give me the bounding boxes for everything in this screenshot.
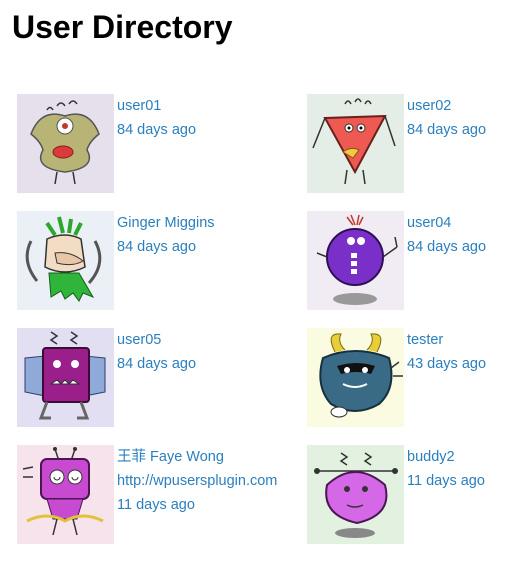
user-info: Ginger Miggins 84 days ago (117, 211, 215, 259)
user-info: tester 43 days ago (407, 328, 486, 376)
last-seen-link[interactable]: 84 days ago (117, 235, 215, 259)
user-name-link[interactable]: user01 (117, 94, 196, 118)
user-name-link[interactable]: user05 (117, 328, 196, 352)
last-seen-link[interactable]: 84 days ago (117, 118, 196, 142)
user-name-link[interactable]: user02 (407, 94, 486, 118)
user-card: Ginger Miggins 84 days ago (17, 211, 217, 311)
user-info: buddy2 11 days ago (407, 445, 485, 493)
user-card: buddy2 11 days ago (307, 445, 507, 545)
user-name-link[interactable]: tester (407, 328, 486, 352)
last-seen-link[interactable]: 11 days ago (407, 469, 485, 493)
last-seen-link[interactable]: 84 days ago (407, 235, 486, 259)
page-title: User Directory (12, 9, 233, 45)
user-card: tester 43 days ago (307, 328, 507, 428)
monster-avatar-purple-round-icon[interactable] (307, 211, 404, 310)
user-info: 王菲 Faye Wong http://wpusersplugin.com 11… (117, 445, 277, 517)
monster-avatar-blue-horned-icon[interactable] (307, 328, 404, 427)
monster-avatar-pink-blob-icon[interactable] (307, 445, 404, 544)
monster-avatar-green-icon[interactable] (17, 211, 114, 310)
website-link[interactable]: http://wpusersplugin.com (117, 469, 277, 493)
monster-avatar-magenta-box-icon[interactable] (17, 328, 114, 427)
user-name-link[interactable]: Ginger Miggins (117, 211, 215, 235)
monster-avatar-red-triangle-icon[interactable] (307, 94, 404, 193)
monster-avatar-olive-icon[interactable] (17, 94, 114, 193)
user-info: user04 84 days ago (407, 211, 486, 259)
last-seen-link[interactable]: 11 days ago (117, 493, 277, 517)
user-card: 王菲 Faye Wong http://wpusersplugin.com 11… (17, 445, 277, 545)
user-info: user02 84 days ago (407, 94, 486, 142)
user-card: user04 84 days ago (307, 211, 507, 311)
last-seen-link[interactable]: 84 days ago (407, 118, 486, 142)
user-card: user01 84 days ago (17, 94, 217, 194)
user-name-link[interactable]: buddy2 (407, 445, 485, 469)
user-name-link[interactable]: 王菲 Faye Wong (117, 445, 277, 469)
monster-avatar-pink-bug-icon[interactable] (17, 445, 114, 544)
last-seen-link[interactable]: 43 days ago (407, 352, 486, 376)
user-card: user02 84 days ago (307, 94, 507, 194)
user-name-link[interactable]: user04 (407, 211, 486, 235)
user-card: user05 84 days ago (17, 328, 217, 428)
last-seen-link[interactable]: 84 days ago (117, 352, 196, 376)
user-info: user05 84 days ago (117, 328, 196, 376)
user-info: user01 84 days ago (117, 94, 196, 142)
